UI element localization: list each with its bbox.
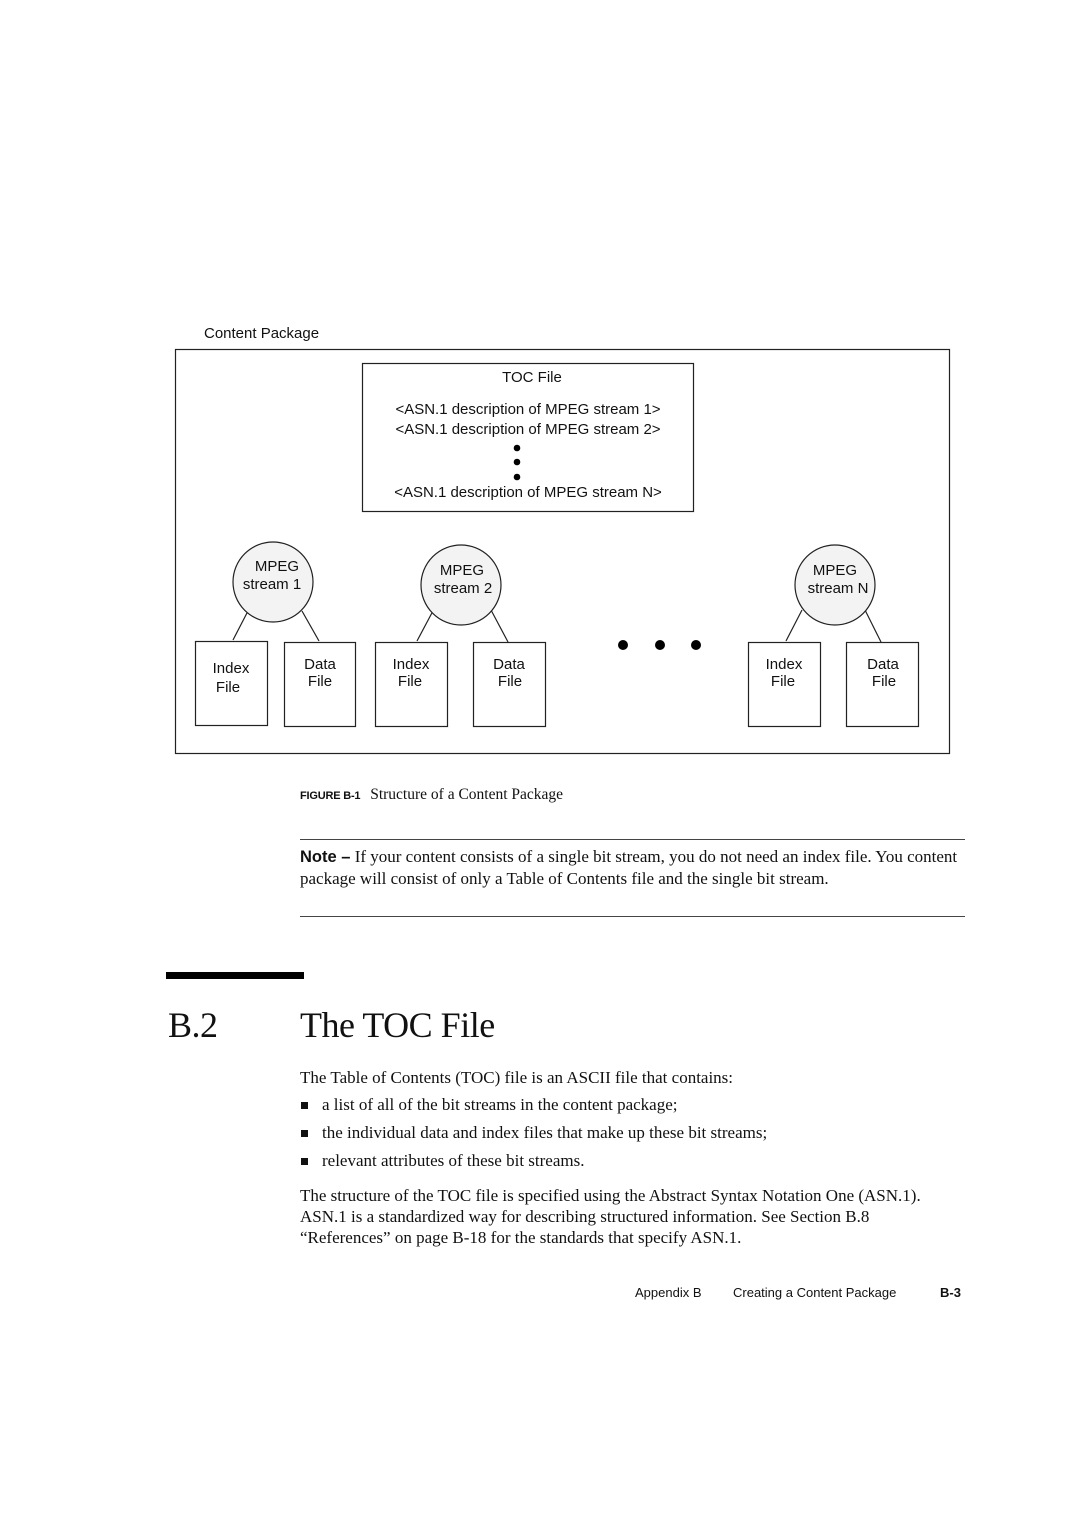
list-item-text: a list of all of the bit streams in the … xyxy=(322,1095,678,1114)
connector-line xyxy=(232,610,249,641)
list-item: the individual data and index files that… xyxy=(300,1122,767,1150)
streams-ellipsis-dot xyxy=(691,640,701,650)
section-heading-bar xyxy=(166,972,304,979)
stream-1-data-label-2: File xyxy=(308,673,332,690)
note-label: Note – xyxy=(300,848,351,866)
connector-line xyxy=(416,608,435,642)
stream-1-label-line2: stream 1 xyxy=(243,576,301,593)
section-number: B.2 xyxy=(168,1005,218,1045)
footer-page-number: B-3 xyxy=(940,1285,961,1300)
stream-2-index-label-2: File xyxy=(398,673,422,690)
list-item-text: the individual data and index files that… xyxy=(322,1123,768,1142)
footer-chapter: Creating a Content Package xyxy=(733,1285,897,1300)
stream-n-index-label-1: Index xyxy=(766,656,803,673)
connector-line xyxy=(301,610,320,642)
toc-ellipsis-dot xyxy=(513,458,521,466)
toc-title: TOC File xyxy=(502,369,562,386)
stream-n-label-line1: MPEG xyxy=(813,562,857,579)
stream-n-label-line2: stream N xyxy=(808,580,869,597)
note-top-rule xyxy=(300,839,965,840)
toc-contents-list: a list of all of the bit streams in the … xyxy=(300,1094,767,1178)
connector-line xyxy=(863,607,882,643)
toc-line-n: <ASN.1 description of MPEG stream N> xyxy=(394,484,662,501)
package-label: Content Package xyxy=(204,325,319,342)
figure-caption-label: FIGURE B-1 xyxy=(300,790,361,802)
stream-1-label-line1: MPEG xyxy=(255,558,299,575)
toc-ellipsis-dot xyxy=(513,444,521,452)
stream-1-index-label-2: File xyxy=(216,679,240,696)
section-intro: The Table of Contents (TOC) file is an A… xyxy=(300,1068,734,1087)
square-bullet-icon xyxy=(301,1130,308,1137)
list-item: relevant attributes of these bit streams… xyxy=(300,1150,767,1178)
stream-2-data-label-2: File xyxy=(498,673,522,690)
connector-line xyxy=(490,609,509,643)
stream-1-index-label-1: Index xyxy=(213,660,250,677)
stream-1-data-label-1: Data xyxy=(304,656,336,673)
stream-n-index-label-2: File xyxy=(771,673,795,690)
footer-appendix: Appendix B xyxy=(635,1285,702,1300)
section-title: The TOC File xyxy=(300,1005,495,1045)
list-item-text: relevant attributes of these bit streams… xyxy=(322,1151,585,1170)
note-box: Note – If your content consists of a sin… xyxy=(300,846,970,889)
stream-2-label-line1: MPEG xyxy=(440,562,484,579)
stream-2-label-line2: stream 2 xyxy=(434,580,492,597)
list-item: a list of all of the bit streams in the … xyxy=(300,1094,767,1122)
square-bullet-icon xyxy=(301,1158,308,1165)
content-package-diagram: Content Package TOC File <ASN.1 descript… xyxy=(174,325,951,755)
streams-ellipsis-dot xyxy=(618,640,628,650)
square-bullet-icon xyxy=(301,1102,308,1109)
stream-n-data-label-1: Data xyxy=(867,656,899,673)
connector-line xyxy=(785,609,803,642)
streams-ellipsis-dot xyxy=(655,640,665,650)
toc-line-2: <ASN.1 description of MPEG stream 2> xyxy=(395,421,660,438)
stream-n-data-label-2: File xyxy=(872,673,896,690)
toc-ellipsis-dot xyxy=(513,473,521,481)
note-text: If your content consists of a single bit… xyxy=(300,847,958,888)
figure-caption-text: Structure of a Content Package xyxy=(370,786,564,803)
toc-line-1: <ASN.1 description of MPEG stream 1> xyxy=(395,401,660,418)
section-paragraph: The structure of the TOC file is specifi… xyxy=(300,1186,921,1247)
stream-2-data-label-1: Data xyxy=(493,656,525,673)
figure-caption: FIGURE B-1 Structure of a Content Packag… xyxy=(300,786,563,804)
stream-2-index-label-1: Index xyxy=(393,656,430,673)
note-bottom-rule xyxy=(300,916,965,917)
